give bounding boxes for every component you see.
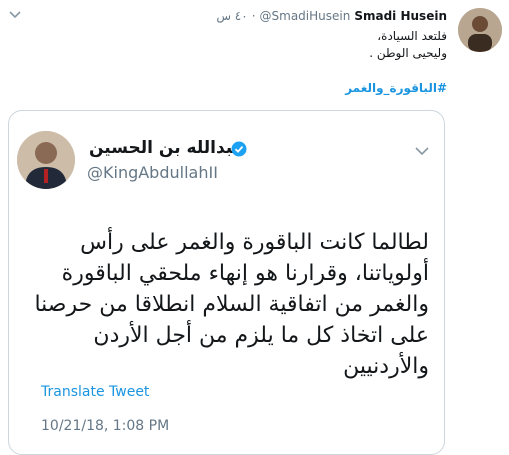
quoted-author-name[interactable]: عبدالله بن الحسين <box>89 138 244 158</box>
tweet-timestamp[interactable]: 10/21/18, 1:08 PM <box>41 418 169 434</box>
tweet-time[interactable]: ٤٠ س <box>216 9 247 23</box>
quoted-author-handle[interactable]: @KingAbdullahII <box>87 163 218 182</box>
author-name[interactable]: Smadi Husein <box>354 9 447 23</box>
tweet-text-line: وليحيى الوطن . <box>369 46 447 60</box>
avatar[interactable] <box>458 8 502 52</box>
user-avatar-icon <box>17 131 75 189</box>
tweet-text-line: فلتعد السيادة، <box>377 29 447 43</box>
tweet-header: ٤٠ س · @SmadiHusein Smadi Husein <box>216 9 447 23</box>
tweet-text: فلتعد السيادة، وليحيى الوطن . <box>147 28 447 62</box>
hashtag-link[interactable]: #الباقورة_والغمر <box>345 81 447 95</box>
chevron-down-icon[interactable] <box>414 145 430 157</box>
author-handle[interactable]: @SmadiHusein <box>260 9 351 23</box>
verified-badge-icon <box>231 141 247 157</box>
quoted-tweet-card[interactable]: عبدالله بن الحسين @KingAbdullahII لطالما… <box>8 110 445 455</box>
chevron-down-icon[interactable] <box>8 10 22 20</box>
separator: · <box>251 9 256 23</box>
quoted-tweet-text: لطالما كانت الباقورة والغمر على رأس أولو… <box>34 230 429 379</box>
translate-tweet-link[interactable]: Translate Tweet <box>41 384 149 400</box>
quoted-avatar[interactable] <box>17 131 75 189</box>
user-avatar-icon <box>458 8 502 52</box>
